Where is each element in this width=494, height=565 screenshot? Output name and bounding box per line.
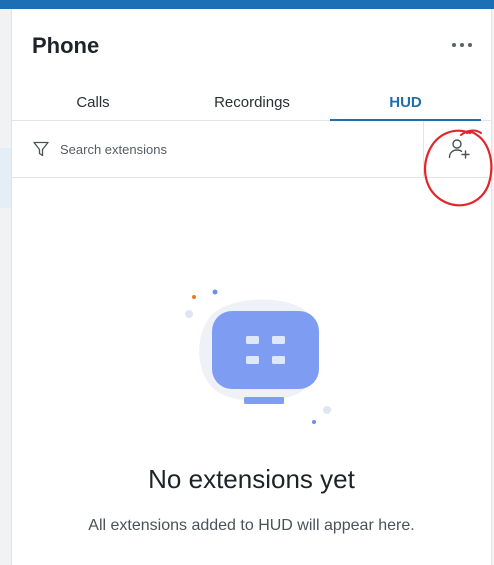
extension-device-icon — [185, 289, 331, 424]
tab-calls[interactable]: Calls — [12, 85, 174, 120]
left-gutter-highlight — [0, 148, 11, 208]
tab-hud[interactable]: HUD — [330, 85, 481, 121]
page-title: Phone — [32, 33, 100, 58]
panel-header: Phone — [12, 9, 491, 85]
more-horizontal-icon — [452, 43, 472, 47]
search-input[interactable] — [56, 137, 424, 161]
left-gutter — [0, 9, 11, 565]
app-top-bar — [0, 0, 494, 9]
search-row — [12, 121, 491, 178]
more-options-button[interactable] — [447, 33, 477, 57]
tab-recordings[interactable]: Recordings — [174, 85, 330, 120]
phone-panel: Phone Calls Recordings HUD Search extens… — [11, 9, 493, 565]
tab-bar: Calls Recordings HUD — [12, 85, 491, 121]
add-extension-button[interactable] — [424, 121, 493, 177]
empty-state-subtitle: All extensions added to HUD will appear … — [88, 517, 415, 534]
filter-icon — [33, 141, 49, 157]
add-user-icon — [448, 139, 470, 159]
empty-state-title: No extensions yet — [148, 464, 355, 494]
